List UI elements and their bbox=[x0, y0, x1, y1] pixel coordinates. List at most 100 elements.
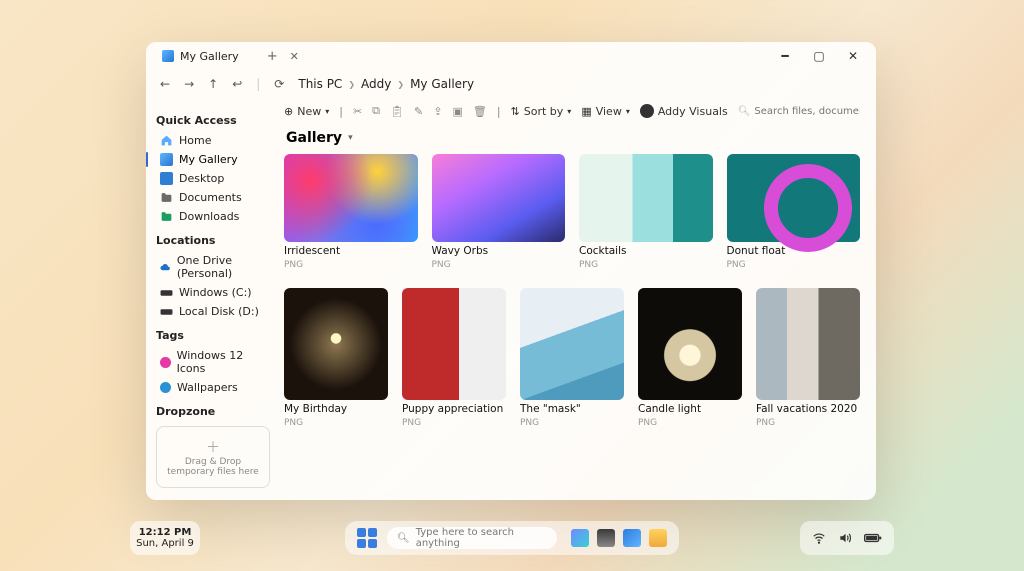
sidebar-item-desktop[interactable]: Desktop bbox=[156, 169, 276, 188]
search-icon: 🔍︎ bbox=[738, 106, 751, 117]
rename-icon[interactable]: ✎ bbox=[414, 105, 423, 118]
taskbar-tray[interactable] bbox=[800, 521, 894, 555]
sidebar-item-label: My Gallery bbox=[179, 153, 238, 166]
minimize-button[interactable]: ━ bbox=[776, 49, 794, 63]
gallery-item[interactable]: IrridescentPNG bbox=[284, 154, 418, 270]
paste-icon[interactable]: 📋︎ bbox=[390, 105, 404, 118]
thumbnail bbox=[432, 154, 566, 242]
tag-dot-icon bbox=[160, 382, 171, 393]
sidebar-item-label: Windows (C:) bbox=[179, 286, 252, 299]
sidebar-item-local-disk-d-[interactable]: Local Disk (D:) bbox=[156, 302, 276, 321]
sort-label: Sort by bbox=[524, 105, 564, 118]
sidebar-item-my gallery[interactable]: My Gallery bbox=[156, 150, 276, 169]
thumbnail bbox=[402, 288, 506, 400]
sidebar-item-windows-c-[interactable]: Windows (C:) bbox=[156, 283, 276, 302]
gallery-item[interactable]: Puppy appreciationPNG bbox=[402, 288, 506, 428]
cut-icon[interactable]: ✂ bbox=[353, 105, 362, 118]
file-ext: PNG bbox=[284, 418, 388, 428]
tag-dot-icon bbox=[160, 357, 171, 368]
breadcrumb[interactable]: This PC ❯ Addy ❯ My Gallery bbox=[298, 77, 474, 91]
file-ext: PNG bbox=[432, 260, 566, 270]
taskbar-search[interactable]: 🔍︎ Type here to search anything bbox=[387, 527, 557, 549]
search-icon: 🔍︎ bbox=[397, 533, 410, 544]
tab-favicon bbox=[162, 50, 174, 62]
thumbnail bbox=[579, 154, 713, 242]
sort-icon: ⇅ bbox=[511, 105, 520, 118]
close-tab-button[interactable]: ✕ bbox=[290, 50, 299, 63]
thumbnail bbox=[756, 288, 860, 400]
crumb-1[interactable]: Addy bbox=[361, 77, 391, 91]
crumb-0[interactable]: This PC bbox=[298, 77, 342, 91]
file-ext: PNG bbox=[284, 260, 418, 270]
file-ext: PNG bbox=[402, 418, 506, 428]
tab-my-gallery[interactable]: My Gallery bbox=[152, 50, 249, 63]
up-button[interactable]: ↑ bbox=[208, 77, 218, 91]
sort-button[interactable]: ⇅ Sort by ▾ bbox=[511, 105, 572, 118]
taskbar-app-explorer[interactable] bbox=[649, 529, 667, 547]
search-input[interactable] bbox=[754, 106, 860, 117]
file-title: Wavy Orbs bbox=[432, 245, 566, 257]
taskbar-app-2[interactable] bbox=[597, 529, 615, 547]
volume-icon[interactable] bbox=[838, 531, 852, 545]
taskbar-clock[interactable]: 12:12 PM Sun, April 9 bbox=[130, 521, 200, 555]
delete-icon[interactable]: 🗑︎ bbox=[473, 105, 487, 118]
user-name: Addy Visuals bbox=[658, 105, 728, 118]
clock-date: Sun, April 9 bbox=[136, 538, 194, 549]
sidebar-item-label: Documents bbox=[179, 191, 242, 204]
gallery-item[interactable]: CocktailsPNG bbox=[579, 154, 713, 270]
new-button[interactable]: ⊕ New ▾ bbox=[284, 105, 329, 118]
grid-icon: ▦ bbox=[581, 105, 591, 118]
gallery-item[interactable]: Fall vacations 2020PNG bbox=[756, 288, 860, 428]
chevron-right-icon: ❯ bbox=[348, 80, 355, 89]
refresh-button[interactable]: ⟳ bbox=[274, 77, 284, 91]
gallery-heading[interactable]: Gallery ▾ bbox=[286, 130, 860, 146]
back-button[interactable]: ← bbox=[160, 77, 170, 91]
quick-access-header: Quick Access bbox=[156, 114, 276, 127]
file-explorer-window: My Gallery + ✕ ━ ▢ ✕ ← → ↑ ↩ | ⟳ This PC… bbox=[146, 42, 876, 500]
gallery-item[interactable]: Wavy Orbs PNG bbox=[432, 154, 566, 270]
maximize-button[interactable]: ▢ bbox=[810, 49, 828, 63]
start-button[interactable] bbox=[357, 528, 377, 548]
thumbnail bbox=[520, 288, 624, 400]
sidebar-item-label: Desktop bbox=[179, 172, 224, 185]
share-icon[interactable]: ⇪ bbox=[433, 105, 442, 118]
undo-button[interactable]: ↩ bbox=[232, 77, 242, 91]
image-icon[interactable]: ▣ bbox=[452, 105, 462, 118]
forward-button[interactable]: → bbox=[184, 77, 194, 91]
gallery-item[interactable]: Candle lightPNG bbox=[638, 288, 742, 428]
close-button[interactable]: ✕ bbox=[844, 49, 862, 63]
gallery-item[interactable]: The "mask"PNG bbox=[520, 288, 624, 428]
sidebar-tag-wallpapers[interactable]: Wallpapers bbox=[156, 378, 276, 397]
dropzone[interactable]: ＋ Drag & Drop temporary files here bbox=[156, 426, 270, 488]
gallery-item[interactable]: My BirthdayPNG bbox=[284, 288, 388, 428]
view-button[interactable]: ▦ View ▾ bbox=[581, 105, 630, 118]
sidebar-item-documents[interactable]: Documents bbox=[156, 188, 276, 207]
new-tab-button[interactable]: + bbox=[267, 49, 278, 64]
sidebar-tag-windows-12-icons[interactable]: Windows 12 Icons bbox=[156, 346, 276, 378]
user-chip[interactable]: Addy Visuals bbox=[640, 104, 728, 118]
file-title: The "mask" bbox=[520, 403, 624, 415]
gallery-item[interactable]: Donut floatPNG bbox=[727, 154, 861, 270]
battery-icon[interactable] bbox=[864, 531, 882, 545]
taskbar-app-1[interactable] bbox=[571, 529, 589, 547]
taskbar-app-mail[interactable] bbox=[623, 529, 641, 547]
dropzone-header: Dropzone bbox=[156, 405, 276, 418]
sidebar-item-downloads[interactable]: Downloads bbox=[156, 207, 276, 226]
file-ext: PNG bbox=[756, 418, 860, 428]
view-label: View bbox=[596, 105, 622, 118]
taskbar-pinned-apps bbox=[571, 529, 667, 547]
new-label: New bbox=[297, 105, 321, 118]
wifi-icon[interactable] bbox=[812, 531, 826, 545]
copy-icon[interactable]: ⧉ bbox=[372, 104, 380, 118]
sidebar-item-home[interactable]: Home bbox=[156, 131, 276, 150]
sidebar-item-one-drive-personal-[interactable]: One Drive (Personal) bbox=[156, 251, 276, 283]
sidebar-item-label: Wallpapers bbox=[177, 381, 238, 394]
sidebar: Quick Access Home My Gallery Desktop Docume… bbox=[146, 98, 276, 500]
plus-icon: ＋ bbox=[163, 437, 263, 457]
search-box[interactable]: 🔍︎ bbox=[738, 106, 860, 117]
chevron-down-icon: ▾ bbox=[348, 133, 353, 143]
file-title: Cocktails bbox=[579, 245, 713, 257]
taskbar-center: 🔍︎ Type here to search anything bbox=[345, 521, 679, 555]
tags-header: Tags bbox=[156, 329, 276, 342]
crumb-2[interactable]: My Gallery bbox=[410, 77, 474, 91]
